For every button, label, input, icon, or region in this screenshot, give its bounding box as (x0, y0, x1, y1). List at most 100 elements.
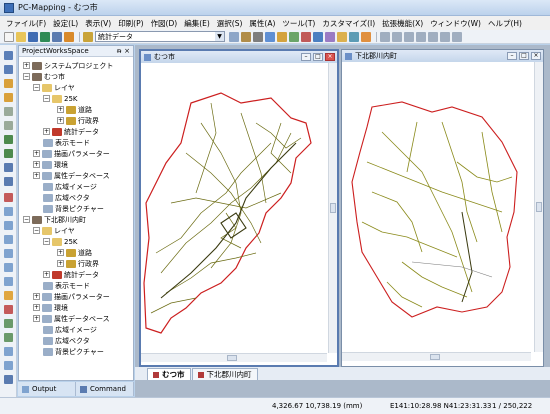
cascade-icon[interactable] (404, 31, 414, 42)
expand-icon[interactable]: + (33, 150, 40, 157)
collapse-icon[interactable]: − (33, 227, 40, 234)
table-icon[interactable] (349, 31, 359, 42)
properties-icon[interactable] (325, 31, 335, 42)
tab-mutsu[interactable]: むつ市 (147, 368, 191, 380)
tree-item[interactable]: + 行政界 (57, 115, 99, 126)
menu-file[interactable]: ファイル(F) (6, 18, 46, 29)
scroll-thumb[interactable] (227, 355, 237, 361)
menu-help[interactable]: ヘルプ(H) (488, 18, 522, 29)
print-icon[interactable] (52, 31, 62, 42)
point-tool-icon[interactable] (4, 177, 13, 186)
close-icon[interactable]: × (325, 53, 335, 61)
tree-item[interactable]: + 描画パラメーター (33, 148, 110, 159)
close-icon[interactable]: × (531, 52, 541, 60)
layer-select[interactable]: 統計データ ▼ (95, 31, 225, 42)
tree-item[interactable]: 広域イメージ (43, 181, 97, 192)
menu-print[interactable]: 印刷(P) (118, 18, 143, 29)
horizontal-scrollbar[interactable] (141, 353, 327, 362)
undo-icon[interactable] (265, 31, 275, 42)
save-all-icon[interactable] (40, 31, 50, 42)
window-titlebar[interactable]: むつ市 – □ × (141, 51, 337, 63)
menu-window[interactable]: ウィンドウ(W) (430, 18, 481, 29)
chevron-down-icon[interactable]: ▼ (215, 32, 224, 41)
minimize-icon[interactable]: – (507, 52, 517, 60)
label-tool-icon[interactable] (4, 319, 13, 328)
zoom-window-icon[interactable] (4, 121, 13, 130)
menu-view[interactable]: 表示(V) (85, 18, 111, 29)
tab-command[interactable]: Command (76, 382, 134, 396)
tree-item[interactable]: + 環境 (33, 159, 68, 170)
select-icon[interactable] (289, 31, 299, 42)
expand-icon[interactable]: + (43, 271, 50, 278)
scroll-thumb[interactable] (536, 202, 542, 212)
map-canvas-kawauchi[interactable] (342, 62, 531, 352)
expand-icon[interactable]: + (33, 293, 40, 300)
maximize-icon[interactable]: □ (313, 53, 323, 61)
tree-item[interactable]: 広域ベクタ (43, 192, 90, 203)
zoom-out-icon[interactable] (4, 93, 13, 102)
vertical-scrollbar[interactable] (534, 62, 543, 352)
new-file-icon[interactable] (4, 31, 14, 42)
tree-item[interactable]: + 統計データ (43, 269, 99, 280)
expand-icon[interactable]: + (33, 304, 40, 311)
menu-select[interactable]: 選択(S) (217, 18, 243, 29)
split-icon[interactable] (428, 31, 438, 42)
layer-tool-icon[interactable] (4, 135, 13, 144)
search-icon[interactable] (337, 31, 347, 42)
query-tool-icon[interactable] (4, 347, 13, 356)
map-canvas-mutsu[interactable] (141, 63, 327, 353)
scroll-thumb[interactable] (330, 203, 336, 213)
tile-horizontal-icon[interactable] (380, 31, 390, 42)
tree-item[interactable]: − レイヤ (33, 82, 75, 93)
tree-item[interactable]: 広域ベクタ (43, 335, 90, 346)
grid-icon[interactable] (440, 31, 450, 42)
menu-attribute[interactable]: 属性(A) (249, 18, 275, 29)
measure-tool-icon[interactable] (4, 193, 13, 202)
tree-item[interactable]: + 統計データ (43, 126, 99, 137)
text-tool-icon[interactable] (4, 207, 13, 216)
expand-icon[interactable]: + (57, 106, 64, 113)
paste-icon[interactable] (253, 31, 263, 42)
rotate-tool-icon[interactable] (4, 277, 13, 286)
tree-item[interactable]: 表示モード (43, 137, 90, 148)
collapse-icon[interactable]: − (23, 73, 30, 80)
menu-draw[interactable]: 作図(D) (151, 18, 178, 29)
pointer-tool-icon[interactable] (4, 51, 13, 60)
erase-tool-icon[interactable] (4, 305, 13, 314)
expand-icon[interactable]: + (43, 128, 50, 135)
tree-item[interactable]: − 下北郡川内町 (23, 214, 86, 225)
tree-item[interactable]: − むつ市 (23, 71, 65, 82)
collapse-icon[interactable]: − (43, 95, 50, 102)
menu-tools[interactable]: ツール(T) (282, 18, 315, 29)
tree-item[interactable]: 広域イメージ (43, 324, 97, 335)
zoom-fit-icon[interactable] (4, 107, 13, 116)
tree-item[interactable]: + システムプロジェクト (23, 60, 113, 71)
close-icon[interactable]: × (124, 47, 130, 55)
expand-icon[interactable]: + (33, 161, 40, 168)
tree-item[interactable]: 背景ピクチャー (43, 203, 104, 214)
tab-kawauchi[interactable]: 下北郡川内町 (191, 368, 258, 380)
tree-item[interactable]: + 行政界 (57, 258, 99, 269)
tree-item[interactable]: + 描画パラメーター (33, 291, 110, 302)
expand-icon[interactable]: + (23, 62, 30, 69)
pin-icon[interactable]: ᵰ (117, 47, 121, 55)
collapse-icon[interactable]: − (23, 216, 30, 223)
refresh-icon[interactable] (313, 31, 323, 42)
pan-tool-icon[interactable] (4, 65, 13, 74)
window-titlebar[interactable]: 下北郡川内町 – □ × (342, 50, 543, 62)
tree-item[interactable]: + 属性データベース (33, 170, 110, 181)
tree-item[interactable]: 背景ピクチャー (43, 346, 104, 357)
maximize-icon[interactable]: □ (519, 52, 529, 60)
tree-item[interactable]: − 25K (43, 93, 78, 104)
expand-icon[interactable]: + (57, 249, 64, 256)
info-tool-icon[interactable] (4, 291, 13, 300)
tree-item[interactable]: + 属性データベース (33, 313, 110, 324)
line-tool-icon[interactable] (4, 163, 13, 172)
zoom-in-icon[interactable] (4, 79, 13, 88)
settings-icon[interactable] (64, 31, 74, 42)
tree-item[interactable]: 表示モード (43, 280, 90, 291)
node-tool-icon[interactable] (4, 249, 13, 258)
copy-icon[interactable] (241, 31, 251, 42)
vertical-scrollbar[interactable] (328, 63, 337, 353)
expand-icon[interactable]: + (33, 315, 40, 322)
